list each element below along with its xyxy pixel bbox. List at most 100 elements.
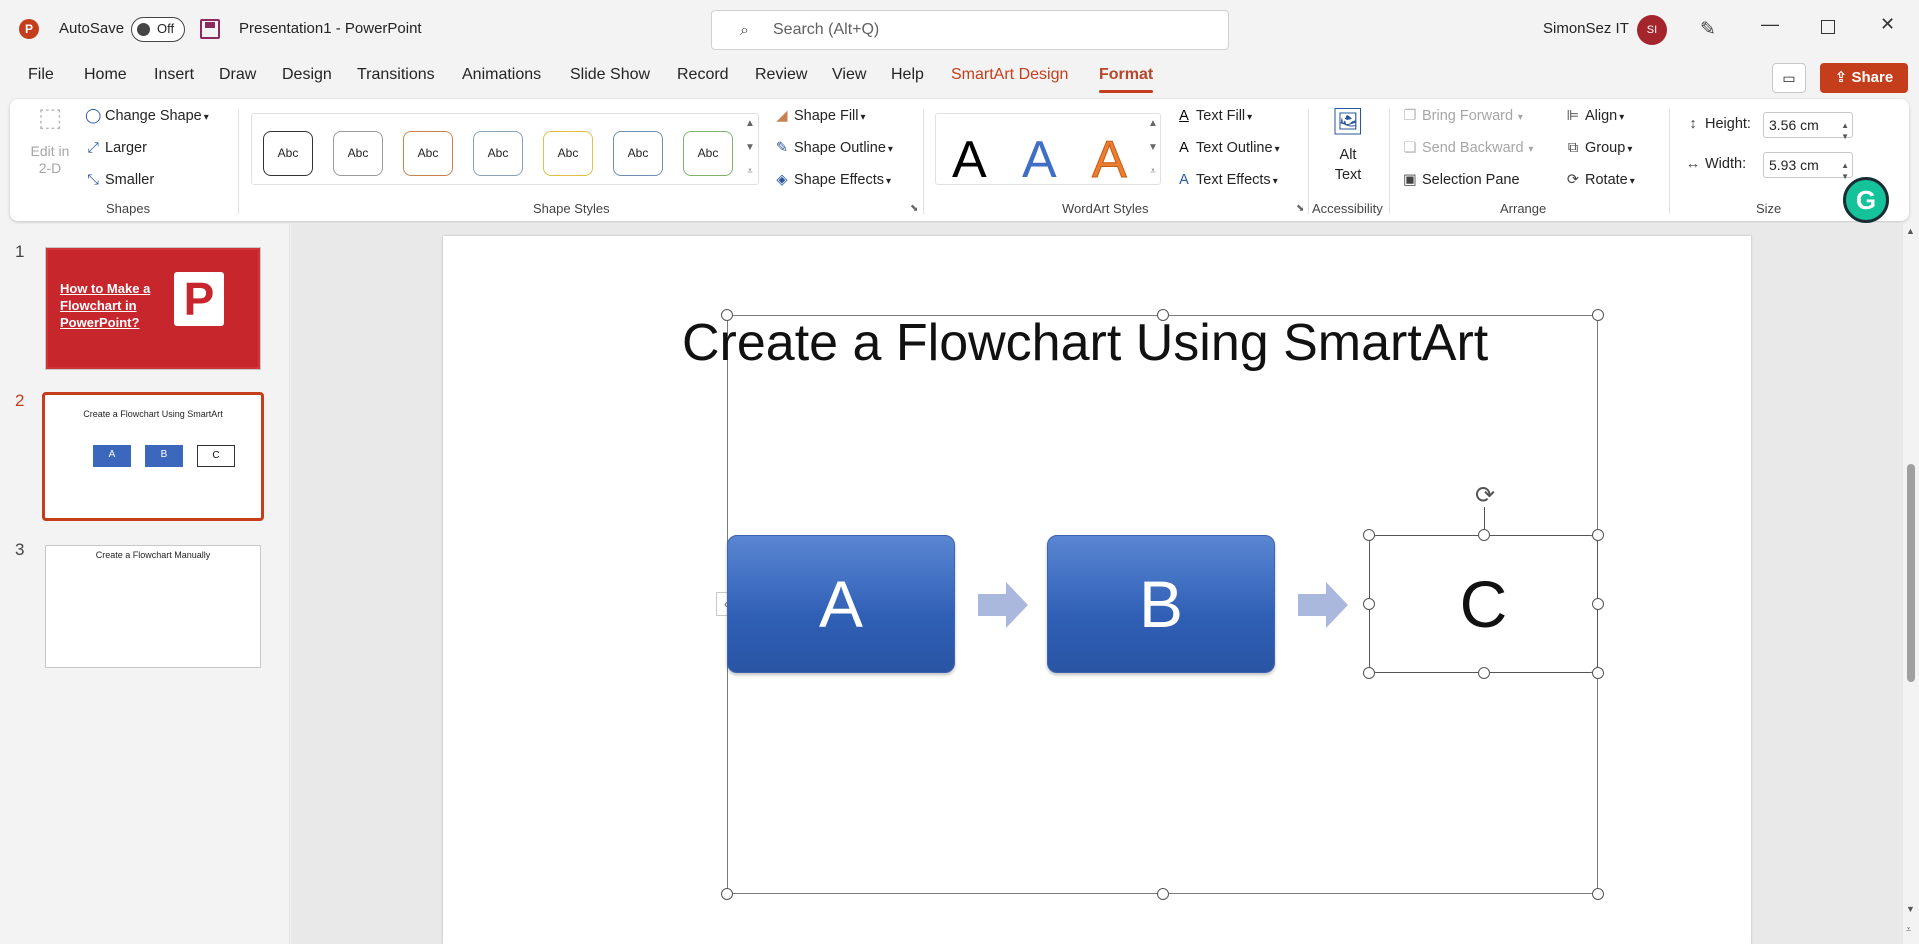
resize-handle[interactable] — [1592, 598, 1604, 610]
slide-thumbnail-3[interactable]: Create a Flowchart Manually — [45, 545, 261, 668]
rotate-handle-icon[interactable]: ⟳ — [1471, 482, 1499, 510]
tab-help[interactable]: Help — [891, 66, 924, 84]
shape-style-4[interactable]: Abc — [473, 131, 523, 176]
shape-style-7[interactable]: Abc — [683, 131, 733, 176]
gallery-up-icon[interactable]: ▲ — [1146, 112, 1160, 136]
send-backward-button[interactable]: ❏ Send Backward ▾ — [1402, 140, 1534, 156]
group-button[interactable]: ⧉ Group ▾ — [1565, 140, 1633, 156]
restore-icon[interactable] — [1821, 20, 1835, 34]
search-icon: ⌕ — [740, 22, 749, 39]
align-button[interactable]: ⊫ Align ▾ — [1565, 108, 1625, 124]
text-outline-button[interactable]: A Text Outline ▾ — [1176, 140, 1279, 156]
next-slide-icon[interactable]: ⩡ — [1906, 924, 1911, 935]
autosave-label: AutoSave — [59, 20, 125, 37]
gallery-down-icon[interactable]: ▼ — [743, 136, 757, 160]
scroll-up-icon[interactable]: ▲ — [1906, 226, 1915, 236]
dialog-launcher-icon[interactable]: ⬊ — [910, 203, 918, 214]
minimize-icon[interactable]: — — [1761, 14, 1779, 35]
align-label: Align — [1585, 108, 1618, 124]
text-fill-button[interactable]: A Text Fill ▾ — [1176, 108, 1252, 124]
edit-in-2d-button[interactable]: ⬚ Edit in 2-D — [30, 104, 70, 177]
slide-thumbnail-1[interactable]: How to Make a Flowchart in PowerPoint? P — [45, 247, 261, 370]
gallery-more-icon[interactable]: ⩡ — [1146, 160, 1160, 184]
resize-handle[interactable] — [1363, 598, 1375, 610]
resize-handle[interactable] — [1592, 309, 1604, 321]
shape-styles-group-label: Shape Styles — [533, 201, 610, 216]
tab-record[interactable]: Record — [677, 66, 729, 84]
autosave-toggle[interactable]: Off — [131, 17, 185, 42]
gallery-up-icon[interactable]: ▲ — [743, 112, 757, 136]
height-input[interactable]: 3.56 cm ▲ ▼ — [1763, 112, 1853, 141]
wordart-style-orange[interactable]: A — [1092, 130, 1128, 190]
scrollbar-thumb[interactable] — [1907, 464, 1915, 682]
wordart-style-blue[interactable]: A — [1022, 130, 1057, 190]
close-icon[interactable]: ✕ — [1880, 14, 1895, 35]
resize-handle[interactable] — [1478, 529, 1490, 541]
comments-button[interactable]: ▭ — [1772, 63, 1806, 93]
flowchart-box-b[interactable]: B — [1047, 535, 1275, 673]
text-effects-button[interactable]: A Text Effects ▾ — [1176, 172, 1278, 188]
group-icon: ⧉ — [1567, 140, 1579, 156]
resize-handle[interactable] — [1363, 529, 1375, 541]
resize-handle[interactable] — [1157, 309, 1169, 321]
designer-pen-icon[interactable]: ✎ — [1700, 18, 1716, 41]
resize-handle[interactable] — [1478, 667, 1490, 679]
shape-style-1[interactable]: Abc — [263, 131, 313, 176]
shape-fill-button[interactable]: ◢ Shape Fill ▾ — [774, 108, 865, 124]
tab-transitions[interactable]: Transitions — [357, 66, 435, 84]
tab-smartart-design[interactable]: SmartArt Design — [951, 66, 1068, 84]
dialog-launcher-icon[interactable]: ⬊ — [1296, 203, 1304, 214]
tab-format[interactable]: Format — [1099, 66, 1154, 93]
resize-handle[interactable] — [1592, 888, 1604, 900]
slide-thumbnail-2[interactable]: Create a Flowchart Using SmartArt A B C — [42, 392, 264, 521]
search-input[interactable]: ⌕ Search (Alt+Q) — [711, 10, 1229, 50]
larger-button[interactable]: ⤢ Larger — [85, 140, 147, 156]
tab-animations[interactable]: Animations — [462, 66, 541, 84]
resize-handle[interactable] — [721, 309, 733, 321]
bring-forward-button[interactable]: ❐ Bring Forward ▾ — [1402, 108, 1523, 124]
width-label: ↔ Width: — [1685, 156, 1746, 172]
resize-handle[interactable] — [721, 888, 733, 900]
shape-effects-button[interactable]: ◈ Shape Effects ▾ — [774, 172, 891, 188]
tab-design[interactable]: Design — [282, 66, 332, 84]
save-icon[interactable] — [200, 19, 220, 39]
user-name[interactable]: SimonSez IT — [1543, 20, 1629, 37]
tab-review[interactable]: Review — [755, 66, 807, 84]
change-shape-button[interactable]: ◯ Change Shape ▾ — [85, 108, 209, 124]
width-input[interactable]: 5.93 cm ▲ ▼ — [1763, 152, 1853, 181]
flowchart-box-c[interactable]: C — [1369, 535, 1598, 673]
slide-title[interactable]: Create a Flowchart Using SmartArt — [682, 313, 1488, 373]
spin-down-icon[interactable]: ▼ — [1841, 125, 1849, 149]
tab-file[interactable]: File — [28, 66, 54, 84]
width-icon: ↔ — [1685, 156, 1701, 172]
shape-style-3[interactable]: Abc — [403, 131, 453, 176]
avatar[interactable]: SI — [1637, 15, 1667, 45]
rotate-icon: ⟳ — [1566, 172, 1580, 188]
shape-style-2[interactable]: Abc — [333, 131, 383, 176]
alt-text-button[interactable]: 🖼 Alt Text — [1328, 108, 1368, 185]
resize-handle[interactable] — [1592, 529, 1604, 541]
vertical-scrollbar[interactable]: ▲ ▼ ⩡ — [1903, 224, 1919, 944]
tab-home[interactable]: Home — [84, 66, 127, 84]
wordart-style-black[interactable]: A — [952, 130, 987, 190]
gallery-down-icon[interactable]: ▼ — [1146, 136, 1160, 160]
gallery-more-icon[interactable]: ⩡ — [743, 160, 757, 184]
shape-style-5[interactable]: Abc — [543, 131, 593, 176]
rotate-button[interactable]: ⟳ Rotate ▾ — [1565, 172, 1635, 188]
tab-insert[interactable]: Insert — [154, 66, 194, 84]
resize-handle[interactable] — [1363, 667, 1375, 679]
shape-outline-button[interactable]: ✎ Shape Outline ▾ — [774, 140, 893, 156]
share-button[interactable]: ⇪ Share — [1820, 63, 1908, 93]
group-divider — [923, 109, 924, 214]
selection-pane-button[interactable]: ▣ Selection Pane — [1402, 172, 1519, 188]
flowchart-box-a[interactable]: A — [727, 535, 955, 673]
scroll-down-icon[interactable]: ▼ — [1906, 904, 1915, 914]
shape-style-6[interactable]: Abc — [613, 131, 663, 176]
tab-slide-show[interactable]: Slide Show — [570, 66, 650, 84]
smaller-button[interactable]: ⤡ Smaller — [85, 172, 154, 188]
tab-view[interactable]: View — [832, 66, 866, 84]
grammarly-icon[interactable]: G — [1843, 177, 1889, 223]
resize-handle[interactable] — [1592, 667, 1604, 679]
tab-draw[interactable]: Draw — [219, 66, 256, 84]
resize-handle[interactable] — [1157, 888, 1169, 900]
